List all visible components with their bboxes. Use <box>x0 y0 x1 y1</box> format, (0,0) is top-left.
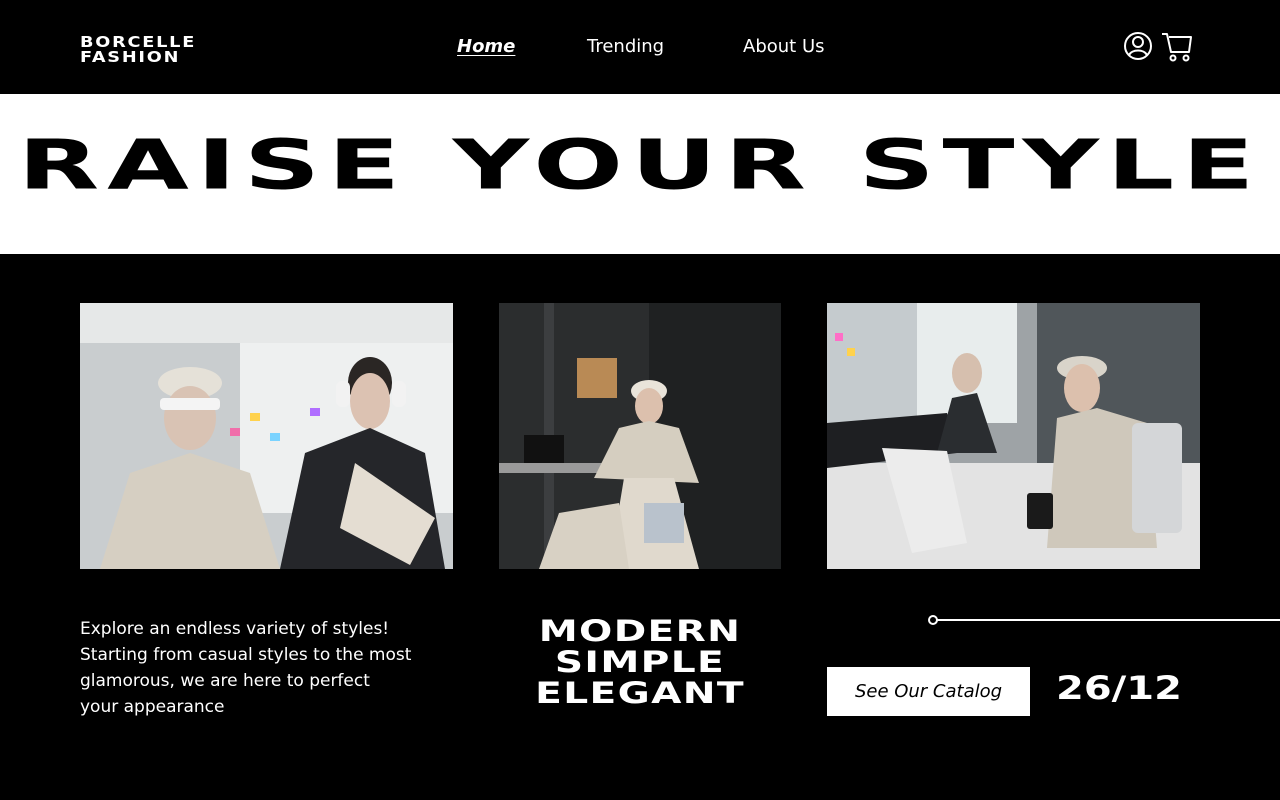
user-account-icon[interactable] <box>1122 28 1156 64</box>
carousel-progress-handle[interactable] <box>928 615 938 625</box>
main-nav: Home Trending About Us <box>0 36 1280 62</box>
intro-description: Explore an endless variety of styles! St… <box>80 616 440 720</box>
photo-model-seated-chair <box>499 303 781 569</box>
nav-item-home[interactable]: Home <box>457 36 515 57</box>
nav-item-trending[interactable]: Trending <box>587 36 664 57</box>
photo-two-models-office <box>80 303 453 569</box>
nav-item-about-us[interactable]: About Us <box>743 36 825 57</box>
cart-icon[interactable] <box>1160 28 1194 64</box>
tagline-word: MODERN <box>538 614 742 648</box>
tagline: MODERN SIMPLE ELEGANT <box>535 616 745 709</box>
description-line: glamorous, we are here to perfect <box>80 671 370 691</box>
tagline-word: SIMPLE <box>554 645 726 679</box>
description-line: Starting from casual styles to the most <box>80 645 412 665</box>
description-line: Explore an endless variety of styles! <box>80 619 390 639</box>
see-catalog-button[interactable]: See Our Catalog <box>827 667 1030 716</box>
date-label: 26/12 <box>1056 669 1182 707</box>
site-header: BORCELLE FASHION Home Trending About Us <box>0 0 1280 94</box>
tagline-word: ELEGANT <box>535 676 745 710</box>
carousel-progress-track[interactable] <box>933 619 1280 621</box>
photo-models-desk-laptop <box>827 303 1200 569</box>
hero-title: RAISE YOUR STYLE <box>17 124 1263 205</box>
description-line: your appearance <box>80 697 225 717</box>
hero-banner: RAISE YOUR STYLE <box>0 94 1280 254</box>
